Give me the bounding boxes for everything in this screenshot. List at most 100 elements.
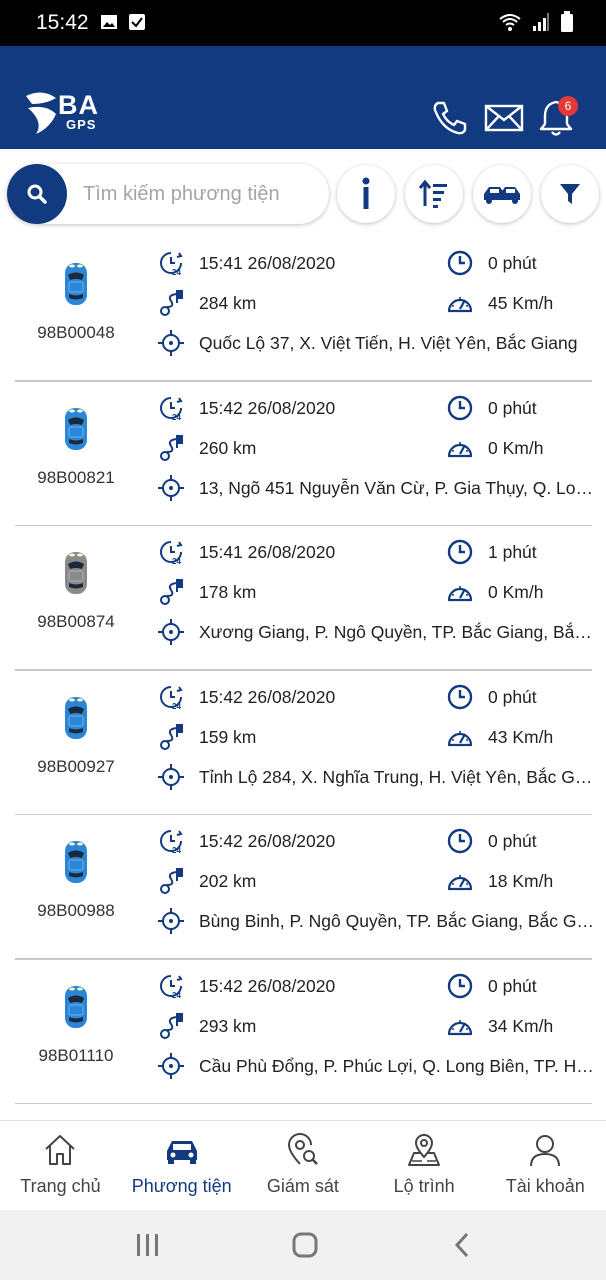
vehicle-list: 98B00048 24 15:41 26/08/2020 0 phút 284 km 45… [0, 237, 606, 1117]
last-update-time: 15:42 26/08/2020 [199, 397, 336, 418]
clock-24h-icon: 24 [160, 974, 183, 1000]
car-status-icon [65, 407, 87, 450]
status-time: 15:42 [36, 11, 89, 34]
vehicle-address: Bùng Binh, P. Ngô Quyền, TP. Bắc Giang, … [199, 911, 595, 931]
car-status-icon [65, 841, 87, 883]
mail-icon[interactable] [484, 98, 524, 138]
vehicle-address: 13, Ngõ 451 Nguyễn Văn Cừ, P. Gia Thụy, … [199, 477, 595, 498]
nav-item-route-map[interactable]: Lộ trình [364, 1121, 485, 1211]
distance-route-icon [160, 579, 183, 605]
vehicles-icon [484, 187, 520, 204]
status-bar: 15:42 [0, 0, 606, 46]
vehicle-row[interactable]: 98B00821 24 15:42 26/08/2020 0 phút 260 km 0 … [0, 382, 606, 526]
vehicle-row[interactable]: 98B01110 24 15:42 26/08/2020 0 phút 293 km 34… [0, 960, 606, 1104]
vehicle-plate: 98B01110 [38, 1045, 114, 1065]
svg-text:24: 24 [172, 991, 181, 1000]
current-speed: 34 Km/h [488, 1015, 554, 1036]
vehicle-plate: 98B00874 [37, 612, 115, 631]
nav-label: Tài khoản [505, 1176, 585, 1196]
account-icon [529, 1135, 560, 1167]
signal-icon [533, 13, 549, 31]
clock-24h-icon: 24 [160, 252, 183, 277]
car-status-icon [65, 985, 87, 1028]
current-speed: 43 Km/h [488, 726, 554, 747]
vehicle-address: Quốc Lộ 37, X. Việt Tiến, H. Việt Yên, B… [199, 333, 578, 353]
current-speed: 0 Km/h [488, 582, 544, 602]
vehicle-plate: 98B00927 [37, 756, 115, 776]
location-target-icon [158, 619, 184, 645]
distance-route-icon [160, 868, 183, 894]
location-target-icon [158, 330, 184, 356]
distance-travelled: 159 km [199, 726, 257, 747]
clock-24h-icon: 24 [160, 541, 183, 566]
last-update-time: 15:41 26/08/2020 [199, 253, 336, 273]
clock-24h-icon: 24 [160, 396, 183, 422]
speedometer-icon [447, 297, 473, 313]
speedometer-icon [447, 1019, 473, 1035]
stop-duration: 1 phút [488, 542, 537, 562]
location-target-icon [158, 1052, 184, 1079]
vehicle-row[interactable]: 98B00927 24 15:42 26/08/2020 0 phút 159 km 43… [0, 671, 606, 815]
last-update-time: 15:42 26/08/2020 [199, 975, 336, 996]
stop-duration: 0 phút [488, 253, 537, 273]
vehicle-plate: 98B00048 [37, 323, 115, 342]
battery-icon [561, 11, 573, 32]
location-target-icon [158, 763, 184, 790]
distance-travelled: 260 km [199, 437, 257, 458]
row-divider [15, 1102, 592, 1104]
location-target-icon [158, 908, 184, 934]
app-header: BA GPS [0, 46, 606, 149]
search-bar[interactable] [7, 164, 329, 224]
nav-label: Trang chủ [20, 1176, 101, 1196]
vehicle-row[interactable]: 98B00048 24 15:41 26/08/2020 0 phút 284 km 45… [0, 237, 606, 382]
sort-button[interactable] [405, 165, 463, 223]
back-icon[interactable] [452, 1231, 472, 1259]
vehicle-address: Xương Giang, P. Ngô Quyền, TP. Bắc Giang… [199, 622, 595, 642]
home-icon [45, 1135, 75, 1165]
home-button-icon[interactable] [291, 1231, 319, 1259]
stop-duration: 0 phút [488, 397, 537, 418]
monitor-pin-icon [288, 1133, 319, 1165]
location-target-icon [158, 474, 184, 501]
bottom-navigation: Trang chủ Phương tiện Giám sát Lộ trình Tài … [0, 1120, 606, 1210]
speedometer-icon [447, 730, 473, 746]
speedometer-icon [447, 875, 473, 891]
vehicle-row[interactable]: 98B00874 24 15:41 26/08/2020 1 phút 178 km 0 … [0, 526, 606, 671]
route-map-icon [407, 1134, 440, 1166]
search-button[interactable] [7, 164, 67, 224]
nav-item-monitor-pin[interactable]: Giám sát [242, 1121, 363, 1211]
clock-icon [447, 684, 473, 709]
distance-travelled: 202 km [199, 871, 257, 891]
distance-travelled: 293 km [199, 1015, 257, 1036]
recent-apps-icon[interactable] [134, 1232, 162, 1258]
info-icon [362, 177, 370, 209]
current-speed: 0 Km/h [488, 437, 544, 458]
vehicle-plate: 98B00821 [37, 467, 115, 487]
nav-item-account[interactable]: Tài khoản [485, 1121, 606, 1211]
clock-icon [447, 250, 473, 276]
clock-24h-icon: 24 [160, 830, 183, 855]
nav-label: Phương tiện [131, 1176, 232, 1196]
filter-button[interactable] [541, 165, 599, 223]
nav-item-home[interactable]: Trang chủ [0, 1121, 121, 1211]
car-icon [167, 1141, 198, 1164]
logo-subtext: GPS [66, 117, 97, 132]
wifi-icon [499, 14, 521, 31]
nav-item-car[interactable]: Phương tiện [121, 1121, 242, 1211]
nav-label: Giám sát [266, 1176, 339, 1196]
search-icon [27, 184, 47, 204]
checkbox-notification-icon [129, 14, 145, 30]
vehicle-address: Tỉnh Lộ 284, X. Nghĩa Trung, H. Việt Yên… [199, 766, 595, 787]
vehicle-group-button[interactable] [473, 165, 531, 223]
info-button[interactable] [337, 165, 395, 223]
svg-text:24: 24 [172, 413, 181, 422]
vehicle-row[interactable]: 98B00988 24 15:42 26/08/2020 0 phút 202 km 18… [0, 815, 606, 960]
current-speed: 18 Km/h [488, 871, 554, 891]
search-input[interactable] [83, 178, 319, 210]
phone-icon[interactable] [430, 98, 470, 138]
distance-route-icon [160, 723, 183, 750]
svg-text:24: 24 [172, 702, 181, 711]
current-speed: 45 Km/h [488, 293, 554, 313]
gallery-icon [101, 15, 117, 29]
svg-text:24: 24 [172, 846, 181, 855]
